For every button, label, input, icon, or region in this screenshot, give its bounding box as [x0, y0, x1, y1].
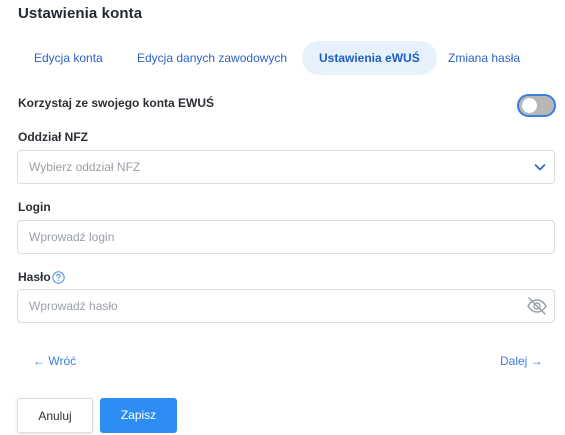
- question-circle-icon[interactable]: [52, 271, 65, 284]
- ewus-toggle-label: Korzystaj ze swojego konta EWUŚ: [18, 96, 215, 110]
- tab-ewus-settings[interactable]: Ustawienia eWUŚ: [302, 41, 437, 75]
- nfz-label: Oddział NFZ: [18, 130, 88, 144]
- password-field[interactable]: [17, 289, 555, 323]
- tab-edit-professional-data[interactable]: Edycja danych zawodowych: [137, 41, 287, 75]
- login-input[interactable]: [29, 221, 509, 253]
- nfz-placeholder: Wybierz oddział NFZ: [29, 160, 141, 174]
- tab-edit-account[interactable]: Edycja konta: [34, 41, 103, 75]
- chevron-down-icon: [534, 164, 546, 171]
- tab-change-password[interactable]: Zmiana hasła: [448, 41, 520, 75]
- password-label: Hasło: [18, 270, 51, 284]
- next-link[interactable]: Dalej →: [500, 354, 543, 368]
- page-title: Ustawienia konta: [18, 5, 143, 22]
- eye-off-icon[interactable]: [526, 296, 548, 316]
- save-button[interactable]: Zapisz: [100, 398, 177, 433]
- ewus-toggle[interactable]: [517, 94, 556, 117]
- login-field[interactable]: [17, 220, 555, 254]
- login-label: Login: [18, 200, 51, 214]
- toggle-knob: [522, 98, 537, 113]
- back-link[interactable]: ← Wróć: [33, 354, 76, 368]
- password-input[interactable]: [29, 290, 509, 322]
- cancel-button[interactable]: Anuluj: [17, 398, 93, 433]
- account-settings-page: Ustawienia konta Edycja konta Edycja dan…: [0, 0, 565, 435]
- nfz-select[interactable]: Wybierz oddział NFZ: [17, 150, 555, 184]
